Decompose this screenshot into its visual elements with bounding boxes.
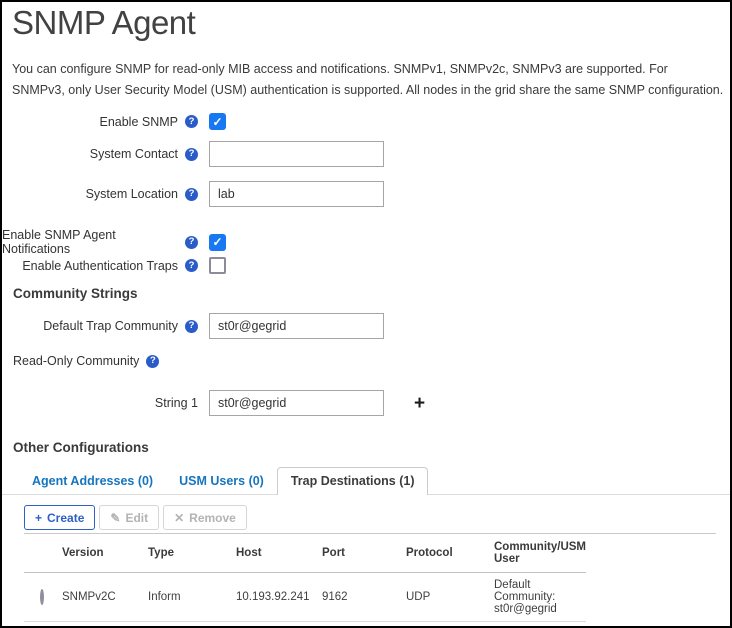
community-strings-heading: Community Strings: [13, 286, 138, 301]
column-header-port: Port: [318, 534, 402, 573]
enable-auth-traps-checkbox[interactable]: [209, 257, 226, 274]
tab-usm-users[interactable]: USM Users (0): [166, 468, 277, 494]
help-icon[interactable]: ?: [185, 259, 198, 272]
enable-notifications-checkbox[interactable]: ✓: [209, 234, 226, 251]
string1-input[interactable]: [209, 390, 384, 416]
trap-destinations-toolbar: + Create ✎ Edit ✕ Remove: [24, 505, 247, 530]
system-location-input[interactable]: [209, 181, 384, 207]
create-button[interactable]: + Create: [24, 505, 95, 530]
enable-snmp-checkbox[interactable]: ✓: [209, 113, 226, 130]
help-icon[interactable]: ?: [185, 188, 198, 201]
default-trap-community-row: Default Trap Community ?: [2, 313, 384, 339]
system-location-row: System Location ?: [2, 181, 384, 207]
other-configurations-tabs: Agent Addresses (0) USM Users (0) Trap D…: [2, 467, 730, 495]
enable-notifications-row: Enable SNMP Agent Notifications ? ✓: [2, 228, 226, 256]
table-header-row: Version Type Host Port Protocol Communit…: [24, 534, 586, 573]
tab-agent-addresses[interactable]: Agent Addresses (0): [19, 468, 166, 494]
system-contact-row: System Contact ?: [2, 141, 384, 167]
help-icon[interactable]: ?: [185, 320, 198, 333]
edit-button[interactable]: ✎ Edit: [99, 505, 159, 530]
other-configurations-heading: Other Configurations: [13, 440, 149, 455]
column-header-version: Version: [58, 534, 144, 573]
help-icon[interactable]: ?: [185, 115, 198, 128]
default-trap-community-label: Default Trap Community: [43, 319, 178, 333]
remove-button[interactable]: ✕ Remove: [163, 505, 247, 530]
enable-auth-traps-label: Enable Authentication Traps: [22, 259, 178, 273]
cell-type: Inform: [144, 573, 232, 622]
enable-snmp-label: Enable SNMP: [99, 115, 178, 129]
checkmark-icon: ✓: [212, 115, 222, 129]
pencil-icon: ✎: [110, 512, 120, 524]
cell-protocol: UDP: [402, 573, 490, 622]
system-contact-input[interactable]: [209, 141, 384, 167]
system-contact-label: System Contact: [90, 147, 178, 161]
column-header-protocol: Protocol: [402, 534, 490, 573]
plus-icon: +: [35, 512, 42, 524]
tab-trap-destinations[interactable]: Trap Destinations (1): [277, 467, 429, 495]
table-row: SNMPv2C Inform 10.193.92.241 9162 UDP De…: [24, 573, 586, 622]
help-icon[interactable]: ?: [185, 148, 198, 161]
enable-auth-traps-row: Enable Authentication Traps ?: [2, 257, 226, 274]
cell-version: SNMPv2C: [58, 573, 144, 622]
cell-community-usm-user: Default Community: st0r@gegrid: [490, 573, 586, 622]
read-only-community-label: Read-Only Community: [13, 354, 139, 368]
read-only-community-row: Read-Only Community ?: [13, 354, 159, 368]
add-string-icon[interactable]: +: [414, 394, 425, 413]
page-title: SNMP Agent: [12, 4, 195, 42]
checkmark-icon: ✓: [212, 235, 222, 249]
column-header-type: Type: [144, 534, 232, 573]
cell-port: 9162: [318, 573, 402, 622]
help-icon[interactable]: ?: [185, 236, 198, 249]
page-description: You can configure SNMP for read-only MIB…: [12, 59, 724, 102]
row-select-radio[interactable]: [40, 589, 44, 605]
trap-destinations-table: Version Type Host Port Protocol Communit…: [24, 534, 586, 622]
string1-label: String 1: [155, 396, 198, 410]
column-header-host: Host: [232, 534, 318, 573]
enable-notifications-label: Enable SNMP Agent Notifications: [2, 228, 178, 256]
system-location-label: System Location: [86, 187, 178, 201]
snmp-agent-page: SNMP Agent You can configure SNMP for re…: [0, 0, 732, 628]
cell-host: 10.193.92.241: [232, 573, 318, 622]
help-icon[interactable]: ?: [146, 355, 159, 368]
select-column-header: [24, 534, 58, 573]
string1-row: String 1 +: [2, 390, 425, 416]
column-header-community-usm-user: Community/USM User: [490, 534, 586, 573]
default-trap-community-input[interactable]: [209, 313, 384, 339]
enable-snmp-row: Enable SNMP ? ✓: [2, 113, 226, 130]
cross-icon: ✕: [174, 512, 184, 524]
